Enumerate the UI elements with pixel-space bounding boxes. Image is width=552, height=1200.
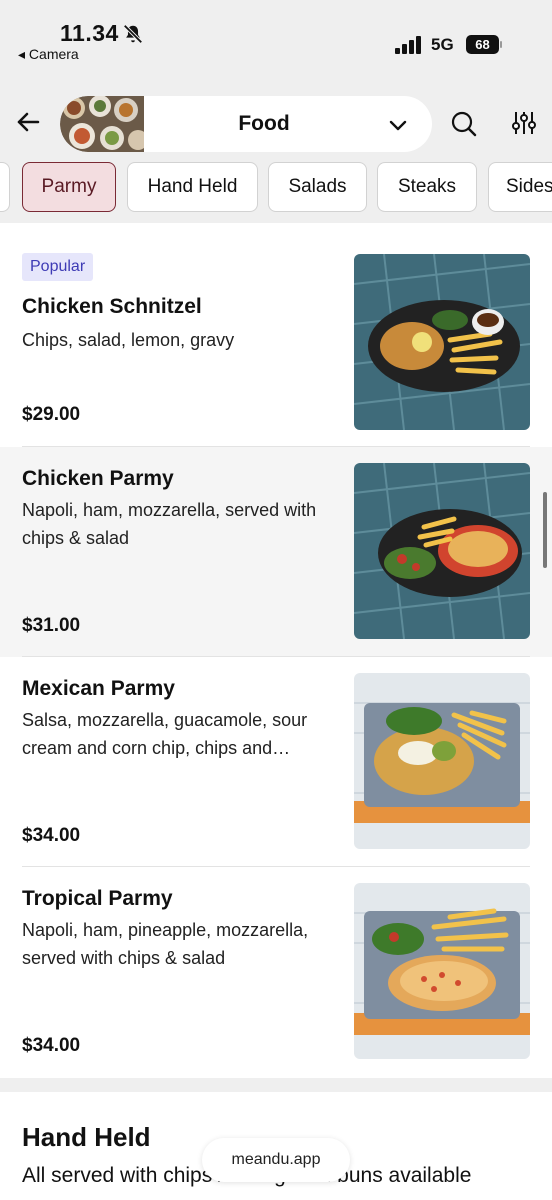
category-tabs: Parmy Hand Held Salads Steaks Sides (0, 162, 552, 212)
item-name: Mexican Parmy (22, 677, 175, 700)
menu-item-chicken-parmy[interactable]: Chicken Parmy Napoli, ham, mozzarella, s… (0, 447, 552, 657)
item-name: Chicken Schnitzel (22, 295, 202, 318)
item-photo (354, 463, 530, 639)
item-photo (354, 254, 530, 430)
menu-item-chicken-schnitzel[interactable]: Popular Chicken Schnitzel Chips, salad, … (0, 223, 552, 447)
url-bar[interactable]: meandu.app (202, 1138, 350, 1182)
network-label: 5G (431, 35, 454, 54)
item-description: Salsa, mozzarella, guacamole, sour cream… (22, 710, 308, 758)
tab-sides[interactable]: Sides (488, 162, 552, 212)
item-price: $29.00 (22, 404, 81, 425)
popular-badge: Popular (22, 253, 94, 281)
item-photo (354, 883, 530, 1059)
menu-selector[interactable]: Food (60, 96, 432, 152)
item-name: Chicken Parmy (22, 467, 174, 490)
menu-item-tropical-parmy[interactable]: Tropical Parmy Napoli, ham, pineapple, m… (0, 867, 552, 1078)
item-name: Tropical Parmy (22, 887, 173, 910)
section-title: Hand Held (22, 1122, 151, 1152)
tab-salads[interactable]: Salads (268, 162, 367, 212)
item-description: Chips, salad, lemon, gravy (22, 330, 235, 350)
item-description: Napoli, ham, pineapple, mozzarella, serv… (22, 920, 309, 968)
tab-hand-held[interactable]: Hand Held (127, 162, 258, 212)
item-price: $34.00 (22, 1035, 81, 1056)
back-to-camera-link[interactable]: ◂ Camera (18, 46, 79, 63)
status-time: 11.34 (60, 20, 119, 46)
filter-sliders-icon[interactable] (510, 109, 538, 137)
tab-previous[interactable] (0, 162, 10, 212)
bell-muted-icon (123, 24, 143, 44)
signal-icon (395, 36, 421, 54)
tab-steaks[interactable]: Steaks (377, 162, 477, 212)
back-arrow-icon[interactable] (14, 108, 42, 136)
header: Food Parmy Hand Held Salads Steaks Sides (0, 80, 552, 223)
tab-parmy[interactable]: Parmy (22, 162, 116, 212)
menu-item-mexican-parmy[interactable]: Mexican Parmy Salsa, mozzarella, guacamo… (0, 657, 552, 867)
menu-thumbnail (60, 96, 144, 152)
search-icon[interactable] (450, 110, 478, 138)
battery-level: 68 (466, 35, 499, 54)
item-price: $31.00 (22, 615, 81, 636)
battery-icon: 68 (466, 35, 502, 54)
item-description: Napoli, ham, mozzarella, served with chi… (22, 500, 317, 548)
status-bar: 11.34 ◂ Camera 5G 68 (0, 0, 552, 80)
item-price: $34.00 (22, 825, 81, 846)
menu-title: Food (238, 112, 290, 135)
chevron-down-icon (389, 120, 407, 131)
scrollbar[interactable] (543, 492, 547, 568)
item-photo (354, 673, 530, 849)
